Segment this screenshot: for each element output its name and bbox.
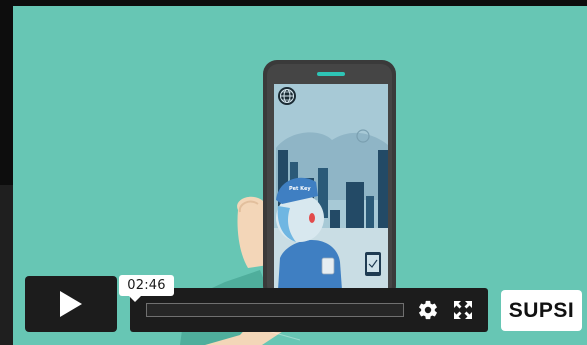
time-tooltip: 02:46 [119,275,174,302]
phone-speaker [317,72,345,76]
phone-illustration: Pet Key [263,60,396,300]
video-player: Pet Key 02:46 SUPSI [0,0,587,345]
gear-icon[interactable] [417,299,439,321]
progress-bar[interactable] [146,303,404,317]
fullscreen-icon[interactable] [453,300,473,320]
cap-label: Pet Key [289,186,311,192]
globe-icon [278,87,296,105]
play-button[interactable] [25,276,117,332]
supsi-logo[interactable]: SUPSI [501,290,582,331]
play-icon [60,291,82,317]
control-bar [130,288,488,332]
